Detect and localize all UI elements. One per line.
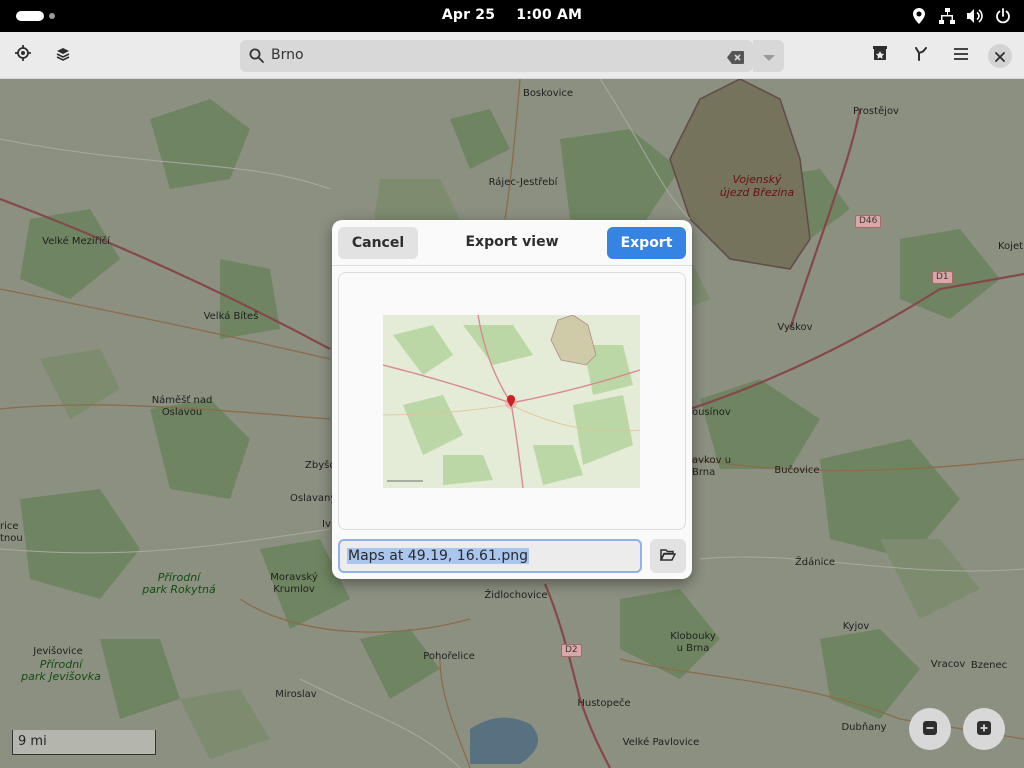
- route-icon: [914, 46, 928, 65]
- close-window-button[interactable]: [988, 44, 1012, 68]
- header-bar: Brno: [0, 32, 1024, 79]
- place-label-line: Krumlov: [273, 584, 315, 595]
- place-label-line: u Brna: [676, 643, 710, 654]
- place-label: Velké Meziříčí: [42, 236, 110, 247]
- place-label: Klobouky u Brna: [670, 631, 716, 655]
- layers-button[interactable]: [47, 40, 79, 70]
- location-icon: [910, 7, 928, 25]
- place-label: rice tnou: [0, 521, 23, 545]
- filename-value: Maps at 49.19, 16.61.png: [347, 548, 529, 564]
- search-value: Brno: [271, 47, 304, 63]
- place-label: Bzenec: [970, 660, 1008, 671]
- zoom-in-icon: [977, 720, 991, 739]
- export-view-dialog: Cancel Export view Export Maps at 49.19,…: [332, 220, 692, 579]
- place-label: Bučovice: [774, 465, 820, 476]
- search-input[interactable]: Brno: [240, 40, 753, 72]
- power-icon: [994, 7, 1012, 25]
- nature-park-label: Přírodní park Rokytná: [142, 572, 215, 596]
- dialog-header: Cancel Export view Export: [332, 220, 692, 266]
- locate-me-button[interactable]: [7, 40, 39, 70]
- nature-park-line: park Jevišovka: [21, 670, 101, 683]
- folder-open-icon: [659, 547, 677, 566]
- zoom-out-icon: [923, 720, 937, 739]
- place-label: Miroslav: [275, 689, 317, 700]
- place-label: Kojet: [998, 241, 1024, 252]
- place-label: Vyškov: [777, 322, 813, 333]
- choose-folder-button[interactable]: [650, 539, 686, 573]
- top-bar: Apr 25 1:00 AM: [0, 0, 1024, 32]
- place-label-line: Náměšť nad: [151, 395, 213, 406]
- export-button[interactable]: Export: [607, 227, 686, 259]
- place-label: Dubňany: [841, 722, 887, 733]
- military-area-label: Vojenský újezd Březina: [720, 173, 794, 199]
- place-label: Iv: [322, 519, 331, 530]
- place-label: Moravský Krumlov: [270, 572, 317, 596]
- place-label: Boskovice: [522, 88, 574, 99]
- place-label: Ždánice: [794, 557, 836, 568]
- road-shield: D1: [932, 271, 953, 284]
- system-tray[interactable]: [910, 6, 1012, 26]
- volume-icon: [966, 7, 984, 25]
- place-label: Rájec-Jestřebí: [488, 177, 558, 188]
- place-label: ousínov: [692, 407, 731, 418]
- place-label: Jevišovice: [33, 646, 83, 657]
- chevron-down-icon: [762, 47, 775, 66]
- road-shield: D46: [855, 215, 882, 228]
- military-area-line2: újezd Březina: [719, 186, 795, 199]
- layers-icon: [56, 46, 70, 65]
- place-label-line: Klobouky: [670, 631, 716, 642]
- place-label: Prostějov: [853, 106, 899, 117]
- military-area-line1: Vojenský: [732, 173, 782, 186]
- map-scale-label: 9 mi: [18, 734, 47, 749]
- filename-input[interactable]: Maps at 49.19, 16.61.png: [338, 539, 642, 573]
- place-label-line: tnou: [0, 533, 23, 544]
- favorites-icon: [872, 45, 888, 65]
- place-label: Vracov: [930, 659, 966, 670]
- zoom-out-button[interactable]: [909, 708, 951, 750]
- nature-park-line: park Rokytná: [142, 583, 216, 596]
- search-icon: [249, 48, 264, 67]
- place-label-line: Brna: [692, 467, 716, 478]
- place-label: Oslavany: [290, 493, 337, 504]
- place-label: Kyjov: [842, 621, 870, 632]
- favorites-button[interactable]: [864, 40, 896, 70]
- close-icon: [995, 47, 1005, 66]
- map-preview-image: [383, 315, 640, 488]
- map-scale: 9 mi: [12, 730, 156, 755]
- place-label: Pohořelice: [423, 651, 475, 662]
- route-button[interactable]: [905, 40, 937, 70]
- preview-frame: [338, 272, 686, 530]
- search-dropdown-button[interactable]: [753, 40, 784, 72]
- place-label: Velké Pavlovice: [622, 737, 700, 748]
- main-menu-button[interactable]: [945, 40, 977, 70]
- network-icon: [938, 7, 956, 25]
- nature-park-label: Přírodní park Jevišovka: [21, 659, 101, 683]
- clock-date: Apr 25: [441, 7, 496, 23]
- road-shield: D2: [561, 644, 582, 657]
- clock-time: 1:00 AM: [516, 7, 583, 23]
- menu-icon: [953, 46, 969, 65]
- place-label: Židlochovice: [484, 590, 548, 601]
- zoom-in-button[interactable]: [963, 708, 1005, 750]
- clear-search-icon[interactable]: [727, 49, 744, 68]
- place-label: Náměšť nad Oslavou: [152, 395, 213, 419]
- place-label-line: avkov u: [692, 455, 732, 466]
- clock[interactable]: Apr 25 1:00 AM: [0, 7, 1024, 23]
- place-label: Velká Bíteš: [203, 311, 259, 322]
- place-label: Zbyšo: [305, 460, 336, 471]
- place-label-line: Oslavou: [161, 407, 203, 418]
- place-label: avkov u Brna: [692, 455, 731, 479]
- place-label: Hustopeče: [577, 698, 631, 709]
- place-label-line: rice: [0, 521, 19, 532]
- place-label-line: Moravský: [270, 572, 318, 583]
- locate-icon: [15, 45, 31, 65]
